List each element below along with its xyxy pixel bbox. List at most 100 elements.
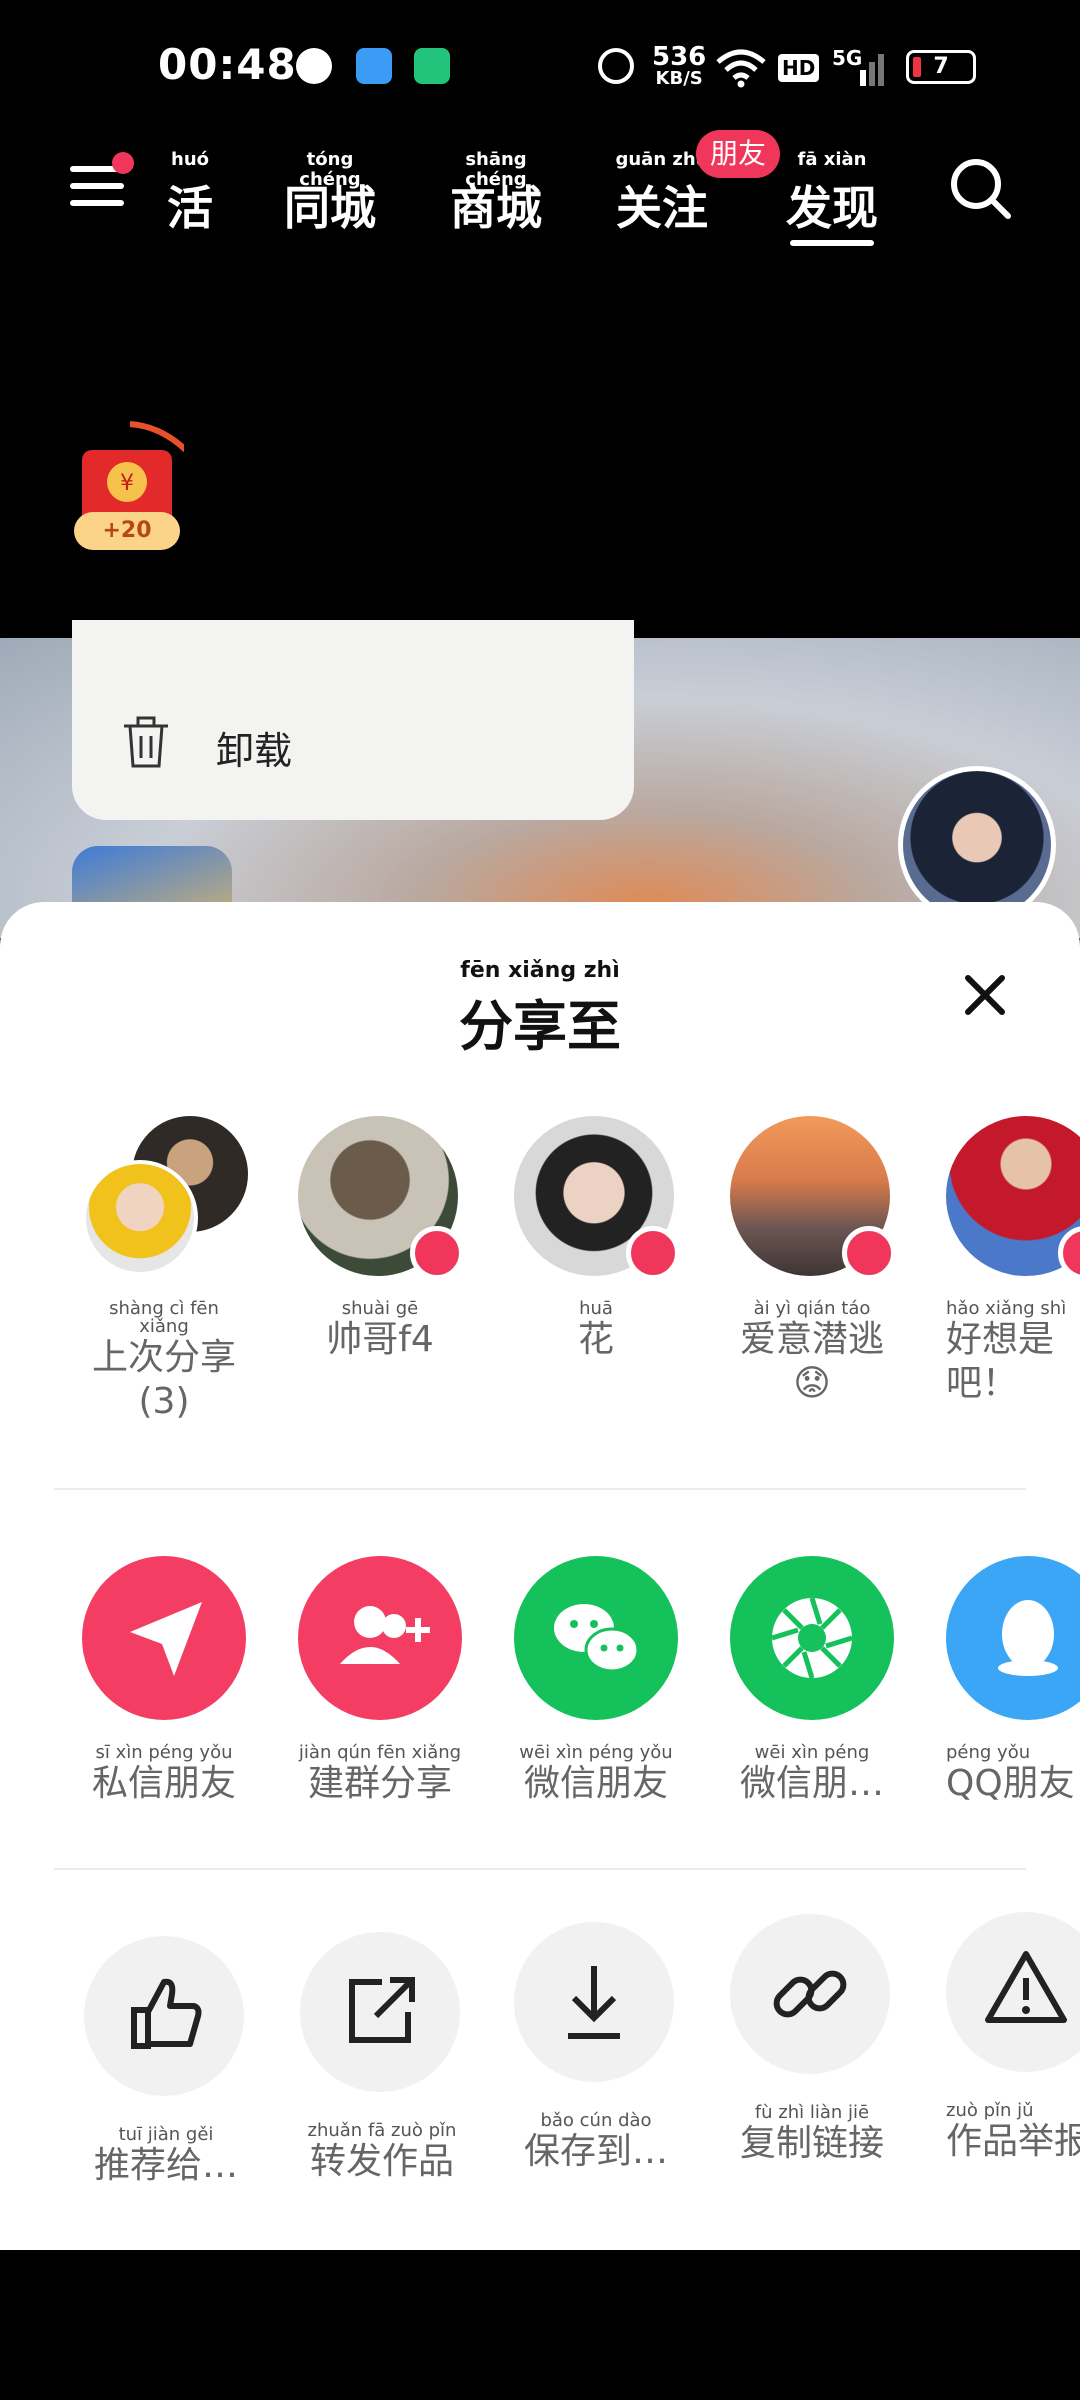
- battery-level: 7: [933, 54, 949, 79]
- tab-label: 商城: [450, 181, 542, 235]
- tab-tongcheng[interactable]: tóng chéng 同城: [278, 149, 382, 236]
- qq-icon: [946, 1556, 1080, 1720]
- send-badge-icon: [842, 1226, 896, 1280]
- avatar: [82, 1116, 248, 1276]
- contact-pinyin: ài yì qián táo: [753, 1298, 871, 1319]
- uninstall-button[interactable]: 卸载: [216, 720, 292, 775]
- tab-pinyin: fā xiàn: [797, 149, 867, 170]
- send-badge-icon: [410, 1226, 464, 1280]
- network-speed: 536 KB/S: [652, 44, 706, 88]
- svg-text:¥: ¥: [120, 471, 134, 496]
- share-qq-friend[interactable]: péng yǒu QQ朋友: [946, 1556, 1080, 1806]
- link-icon: [730, 1914, 890, 2074]
- send-badge-icon: [626, 1226, 680, 1280]
- tab-huo[interactable]: huó 活: [160, 149, 220, 236]
- share-wechat-friend[interactable]: wēi xìn péng yǒu 微信朋友: [514, 1556, 678, 1806]
- trash-icon[interactable]: [120, 714, 172, 770]
- tab-pinyin: tóng chéng: [299, 149, 361, 190]
- share-create-group[interactable]: jiàn qún fēn xiǎng 建群分享: [298, 1556, 462, 1806]
- recommend-to[interactable]: tuī jiàn gěi 推荐给…: [84, 1936, 248, 2188]
- hd-badge: HD: [778, 54, 820, 82]
- speed-unit: KB/S: [655, 68, 703, 89]
- contact-name-extra: 吧！: [946, 1363, 1019, 1404]
- close-icon[interactable]: [960, 970, 1010, 1020]
- app-pinyin: jiàn qún fēn xiǎng: [298, 1742, 462, 1763]
- search-icon[interactable]: [948, 156, 1012, 220]
- avatar: [514, 1116, 680, 1280]
- tool-label: 转发作品: [309, 2141, 454, 2182]
- title-pinyin: fēn xiǎng zhì: [460, 958, 620, 983]
- contact-name-extra: (3): [138, 1381, 190, 1422]
- wechat-notification-icon: [296, 48, 332, 84]
- menu-icon[interactable]: [70, 166, 124, 212]
- send-badge-icon: [1058, 1226, 1080, 1280]
- tab-label: 活: [167, 181, 213, 235]
- contact-aiyi-qiantao[interactable]: ài yì qián táo 爱意潜逃 😟: [730, 1116, 896, 1406]
- app-label: QQ朋友: [946, 1763, 1075, 1804]
- app-pinyin: sī xìn péng yǒu: [95, 1742, 233, 1763]
- forward-work[interactable]: zhuǎn fā zuò pǐn 转发作品: [300, 1932, 464, 2184]
- wechat-icon: [514, 1556, 678, 1720]
- contact-pinyin: huā: [579, 1298, 613, 1319]
- tab-label: 关注: [616, 181, 708, 235]
- contact-name: 帅哥f4: [326, 1319, 434, 1360]
- share-private-message[interactable]: sī xìn péng yǒu 私信朋友: [82, 1556, 246, 1806]
- contact-name: 上次分享: [91, 1337, 236, 1378]
- tab-shangcheng[interactable]: shāng chéng 商城: [440, 150, 552, 236]
- tool-pinyin: bǎo cún dào: [540, 2110, 652, 2131]
- copy-link[interactable]: fù zhì liàn jiē 复制链接: [730, 1914, 894, 2166]
- tool-pinyin: fù zhì liàn jiē: [754, 2102, 870, 2123]
- contact-shuaige-f4[interactable]: shuài gē 帅哥f4: [298, 1116, 464, 1362]
- alarm-icon: [598, 48, 634, 84]
- share-sheet-title: fēn xiǎng zhì 分享至: [0, 960, 1080, 1061]
- warning-icon: [946, 1912, 1080, 2072]
- tab-pinyin: huó: [171, 149, 209, 170]
- app-label: 私信朋友: [91, 1763, 236, 1804]
- red-packet-widget[interactable]: ¥ +20: [74, 420, 189, 550]
- download-icon: [514, 1922, 674, 2082]
- send-icon: [82, 1556, 246, 1720]
- wifi-icon: [716, 49, 766, 88]
- tool-label: 推荐给…: [93, 2145, 238, 2186]
- tab-faxian[interactable]: fā xiàn 发现: [780, 149, 884, 236]
- tool-pinyin: zuò pǐn jǔ: [946, 2100, 1034, 2121]
- tab-label: 发现: [786, 181, 878, 235]
- system-navigation-bar: [0, 2250, 1080, 2400]
- contact-pinyin: hǎo xiǎng shì: [946, 1298, 1067, 1319]
- signal-icon: [860, 54, 884, 86]
- active-tab-indicator: [790, 240, 874, 246]
- contact-hua[interactable]: huā 花: [514, 1116, 680, 1362]
- report-work[interactable]: zuò pǐn jǔ 作品举报: [946, 1912, 1080, 2164]
- title-text: 分享至: [459, 995, 621, 1058]
- tool-label: 作品举报: [946, 2121, 1080, 2162]
- friend-badge[interactable]: 朋友: [696, 130, 781, 178]
- avatar: [730, 1116, 896, 1280]
- red-packet-reward: +20: [102, 518, 152, 543]
- app-pinyin: wēi xìn péng yǒu: [519, 1742, 673, 1763]
- divider: [54, 1488, 1026, 1490]
- contact-name: 花: [577, 1319, 614, 1360]
- app-pinyin: wēi xìn péng: [754, 1742, 870, 1763]
- divider: [54, 1868, 1026, 1870]
- app-label: 建群分享: [307, 1763, 452, 1804]
- tool-pinyin: tuī jiàn gěi: [118, 2124, 214, 2145]
- app-label: 微信朋友: [523, 1763, 668, 1804]
- thumbs-up-icon: [84, 1936, 244, 2096]
- contact-name: 爱意潜逃: [739, 1319, 884, 1360]
- share-wechat-moments[interactable]: wēi xìn péng 微信朋…: [730, 1556, 894, 1806]
- battery-app-notification-icon: [414, 48, 450, 84]
- battery-indicator: 7: [906, 50, 976, 84]
- contact-recent-share[interactable]: shàng cì fēn xiǎng 上次分享 (3): [82, 1116, 248, 1424]
- tab-label: 同城: [284, 181, 376, 235]
- tool-pinyin: zhuǎn fā zuò pǐn: [307, 2120, 457, 2141]
- author-avatar[interactable]: [898, 766, 1056, 924]
- save-to[interactable]: bǎo cún dào 保存到…: [514, 1922, 678, 2174]
- browser-notification-icon: [356, 48, 392, 84]
- app-label: 微信朋…: [739, 1763, 884, 1804]
- contact-pinyin: shàng cì fēn xiǎng: [109, 1298, 219, 1337]
- status-time: 00:48: [158, 40, 297, 89]
- contact-pinyin: shuài gē: [341, 1298, 419, 1319]
- tool-label: 复制链接: [739, 2123, 884, 2164]
- contact-haoxiangshi[interactable]: hǎo xiǎng shì 好想是 吧！: [946, 1116, 1080, 1406]
- speed-value: 536: [652, 42, 707, 72]
